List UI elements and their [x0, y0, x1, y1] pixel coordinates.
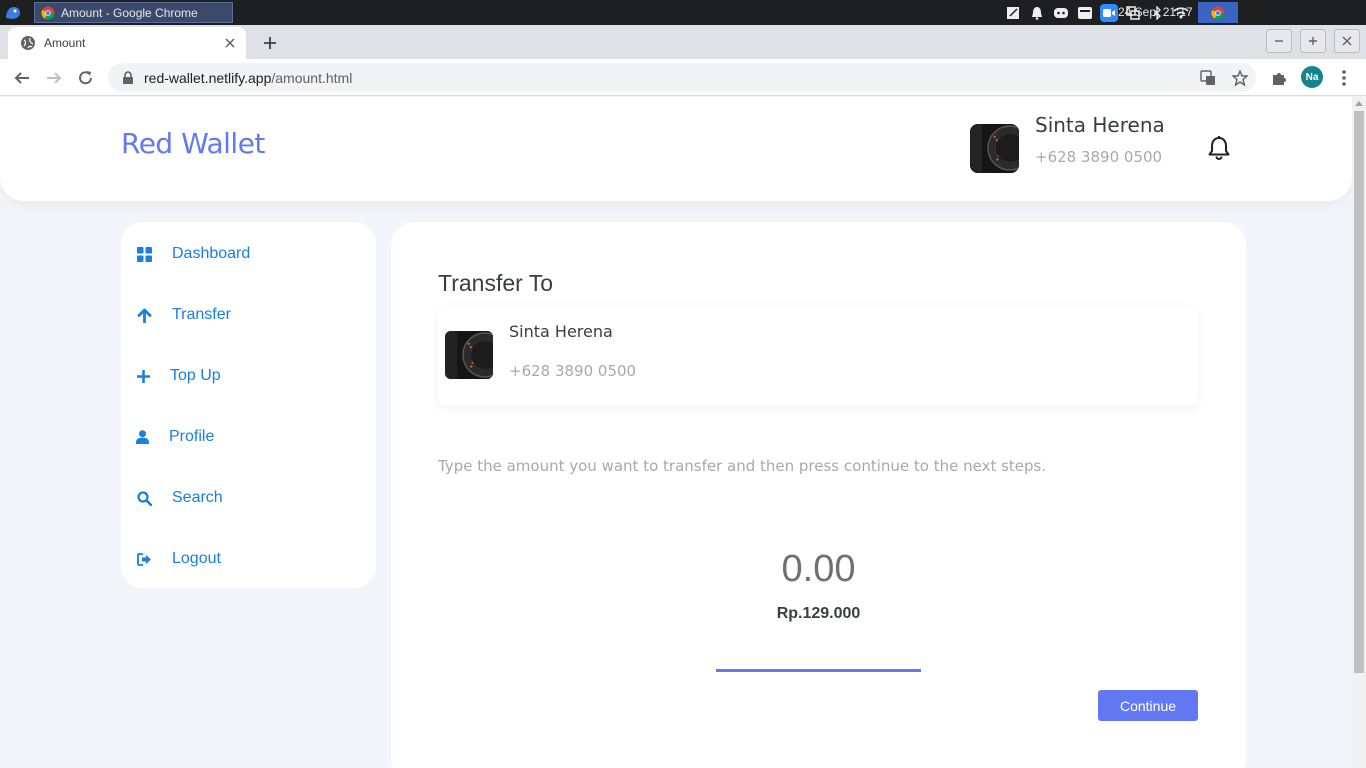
notes-icon[interactable]	[1004, 4, 1022, 22]
transfer-amount-card: Transfer To Sinta Herena +628 3890 0500 …	[391, 222, 1246, 768]
reload-button[interactable]	[73, 65, 99, 91]
forward-button[interactable]	[41, 65, 67, 91]
close-window-button[interactable]	[1334, 29, 1360, 53]
scrollbar-thumb[interactable]	[1354, 111, 1364, 673]
header-user-name: Sinta Herena	[1035, 113, 1165, 137]
browser-tab[interactable]: Amount	[8, 27, 246, 59]
grid-icon	[136, 246, 152, 262]
site-header: Red Wallet Sinta Herena +628 3890 0500	[0, 97, 1352, 201]
recipient-card: Sinta Herena +628 3890 0500	[438, 306, 1198, 406]
sidebar-item-label: Transfer	[172, 306, 231, 323]
sidebar-item-label: Top Up	[170, 367, 221, 384]
page-scrollbar[interactable]	[1352, 97, 1366, 768]
translate-icon[interactable]	[1197, 67, 1219, 89]
recipient-phone: +628 3890 0500	[509, 362, 637, 380]
new-tab-button[interactable]	[258, 31, 282, 55]
sidebar-item-label: Dashboard	[172, 245, 251, 262]
chrome-menu-icon[interactable]	[1333, 67, 1355, 89]
notification-bell-icon[interactable]	[1207, 135, 1231, 161]
page-viewport: Red Wallet Sinta Herena +628 3890 0500 D…	[0, 97, 1352, 768]
sidebar-item-label: Profile	[169, 428, 215, 445]
globe-icon	[20, 35, 36, 51]
browser-tabstrip: Amount	[0, 25, 1366, 59]
system-clock[interactable]: 24 Sep, 21:17	[1118, 5, 1193, 19]
available-balance: Rp.129.000	[776, 605, 861, 622]
notification-bell-icon[interactable]	[1028, 4, 1046, 22]
close-tab-icon[interactable]	[222, 35, 238, 51]
browser-toolbar: red-wallet.netlify.app/amount.html Na	[0, 59, 1366, 96]
arrow-up-icon	[136, 307, 152, 323]
page-title: Transfer To	[438, 270, 554, 296]
taskbar-window-chrome[interactable]: Amount - Google Chrome	[34, 2, 233, 23]
header-user-phone: +628 3890 0500	[1035, 148, 1163, 166]
brand-logo[interactable]: Red Wallet	[121, 127, 265, 160]
scroll-up-icon[interactable]	[1355, 101, 1363, 106]
sidebar-item-logout[interactable]: Logout	[121, 539, 376, 579]
taskbar-window-title: Amount - Google Chrome	[61, 5, 198, 20]
bookmark-star-icon[interactable]	[1229, 67, 1251, 89]
sidebar-item-label: Search	[172, 489, 223, 506]
sidebar-item-label: Logout	[172, 550, 221, 567]
start-menu-icon[interactable]	[4, 4, 22, 21]
zoom-icon[interactable]	[1100, 3, 1118, 22]
minimize-window-button[interactable]	[1266, 29, 1292, 53]
profile-avatar[interactable]: Na	[1301, 66, 1323, 88]
inbox-icon[interactable]	[1076, 4, 1094, 22]
os-taskbar: Amount - Google Chrome 24 Sep, 21:17	[0, 0, 1366, 25]
sidebar-item-transfer[interactable]: Transfer	[121, 295, 376, 335]
address-bar[interactable]: red-wallet.netlify.app/amount.html	[108, 63, 1256, 92]
recipient-avatar	[445, 331, 493, 379]
maximize-window-button[interactable]	[1300, 29, 1326, 53]
sidebar-item-profile[interactable]: Profile	[121, 417, 376, 457]
user-icon	[134, 429, 150, 445]
logout-icon	[136, 551, 152, 567]
sidebar-item-topup[interactable]: Top Up	[121, 356, 376, 396]
chrome-icon	[41, 6, 55, 20]
amount-input-underline	[716, 669, 921, 672]
chrome-tray-icon[interactable]	[1198, 2, 1238, 23]
lock-icon[interactable]	[122, 70, 134, 85]
extensions-puzzle-icon[interactable]	[1268, 67, 1290, 89]
user-avatar[interactable]	[970, 124, 1019, 173]
sidebar-item-search[interactable]: Search	[121, 478, 376, 518]
recipient-name: Sinta Herena	[509, 322, 613, 341]
sidebar-item-dashboard[interactable]: Dashboard	[121, 234, 376, 274]
tab-title: Amount	[44, 36, 86, 50]
continue-button[interactable]: Continue	[1098, 690, 1198, 721]
url-host: red-wallet.netlify.app	[144, 69, 272, 86]
amount-input[interactable]: 0.00	[391, 548, 1246, 591]
back-button[interactable]	[9, 65, 35, 91]
plus-icon	[135, 368, 151, 384]
sidebar: Dashboard Transfer Top Up Profile Search…	[121, 222, 376, 588]
search-icon	[136, 490, 152, 506]
url-path: /amount.html	[271, 69, 353, 86]
transfer-instruction: Type the amount you want to transfer and…	[438, 457, 1047, 475]
discord-icon[interactable]	[1052, 4, 1070, 22]
